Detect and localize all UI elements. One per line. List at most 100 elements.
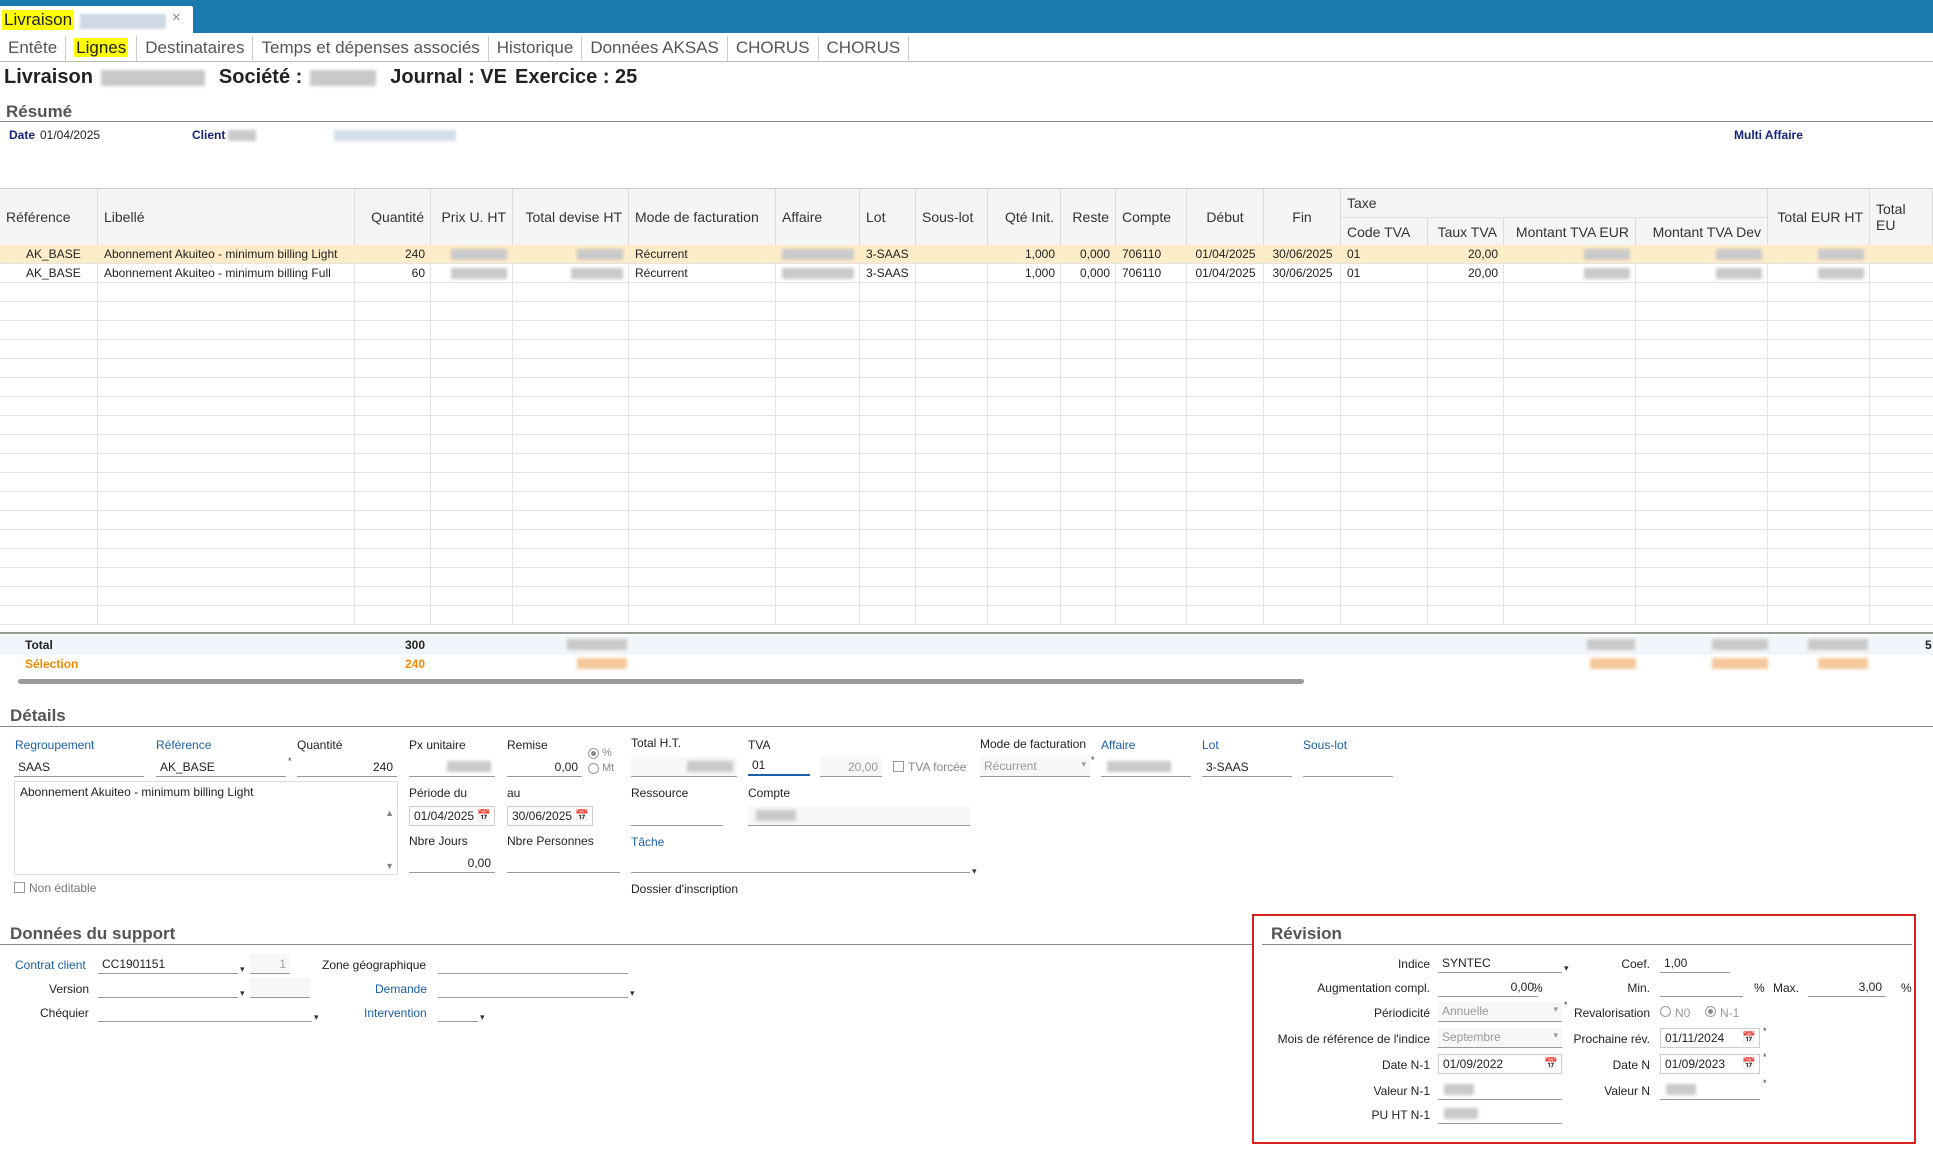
col-total-eu[interactable]: Total EU <box>1870 189 1933 245</box>
version-label: Version <box>49 982 90 996</box>
tab-lignes[interactable]: Lignes <box>66 36 138 61</box>
lot-input[interactable] <box>1202 757 1292 777</box>
non-editable-checkbox[interactable] <box>14 882 25 893</box>
col-quantite[interactable]: Quantité <box>355 189 431 245</box>
resume-date-value: 01/04/2025 <box>40 128 101 142</box>
calendar-icon[interactable]: 📅 <box>477 809 491 822</box>
mode-facturation-select[interactable]: Récurrent ▾ <box>980 757 1090 777</box>
col-compte[interactable]: Compte <box>1116 189 1187 245</box>
mois-reference-select[interactable]: Septembre ▾ <box>1438 1028 1562 1048</box>
indice-input[interactable] <box>1438 953 1562 973</box>
col-qte-init[interactable]: Qté Init. <box>988 189 1061 245</box>
contrat-client-label[interactable]: Contrat client <box>15 958 86 972</box>
calendar-icon[interactable]: 📅 <box>1742 1057 1756 1070</box>
col-mode[interactable]: Mode de facturation <box>629 189 776 245</box>
revalorisation-n1-radio[interactable] <box>1705 1006 1716 1017</box>
remise-mt-radio[interactable] <box>588 763 599 774</box>
pu-ht-n1-input[interactable] <box>1438 1104 1562 1124</box>
compte-input[interactable] <box>748 806 970 826</box>
souslot-label[interactable]: Sous-lot <box>1303 738 1347 752</box>
tva-forcee-checkbox[interactable] <box>893 761 904 772</box>
total-edge-value: 5 <box>1925 638 1932 652</box>
calendar-icon[interactable]: 📅 <box>1544 1057 1558 1070</box>
affaire-input[interactable] <box>1101 757 1191 777</box>
periode-au-input[interactable]: 30/06/2025 📅 <box>507 806 593 826</box>
remise-percent-radio[interactable] <box>588 748 599 759</box>
reference-input[interactable] <box>156 757 286 777</box>
tab-donnees-aksas[interactable]: Données AKSAS <box>582 36 728 61</box>
remise-input[interactable] <box>507 757 582 777</box>
col-souslot[interactable]: Sous-lot <box>916 189 988 245</box>
tva-code-input[interactable] <box>748 756 810 776</box>
col-fin[interactable]: Fin <box>1264 189 1341 245</box>
intervention-label[interactable]: Intervention <box>364 1006 427 1020</box>
col-montant-dev[interactable]: Montant TVA Dev <box>1636 217 1768 245</box>
zone-geo-input[interactable] <box>438 954 628 974</box>
valeur-n-input[interactable] <box>1660 1080 1760 1100</box>
contrat-client-input[interactable] <box>98 954 238 974</box>
date-n-input[interactable]: 01/09/2023 📅 <box>1660 1054 1760 1074</box>
scroll-down-icon[interactable]: ▼ <box>385 861 394 871</box>
tab-chorus-2[interactable]: CHORUS <box>819 36 910 61</box>
tache-input[interactable] <box>631 853 970 873</box>
col-libelle[interactable]: Libellé <box>98 189 355 245</box>
col-debut[interactable]: Début <box>1187 189 1264 245</box>
valeur-n-label: Valeur N <box>1604 1084 1650 1098</box>
col-lot[interactable]: Lot <box>860 189 916 245</box>
cell-reference: AK_BASE <box>26 266 81 280</box>
col-affaire[interactable]: Affaire <box>776 189 860 245</box>
periode-du-input[interactable]: 01/04/2025 📅 <box>409 806 495 826</box>
souslot-input[interactable] <box>1303 757 1393 777</box>
close-icon[interactable]: × <box>172 9 181 26</box>
table-row[interactable]: AK_BASE Abonnement Akuiteo - minimum bil… <box>0 264 1933 283</box>
valeur-n1-input[interactable] <box>1438 1080 1562 1100</box>
document-tab[interactable]: Livraison × <box>0 6 193 33</box>
col-taux-tva[interactable]: Taux TVA <box>1428 217 1504 245</box>
tab-temps-depenses[interactable]: Temps et dépenses associés <box>253 36 489 61</box>
tache-label[interactable]: Tâche <box>631 835 664 849</box>
col-montant-eur[interactable]: Montant TVA EUR <box>1504 217 1636 245</box>
col-code-tva[interactable]: Code TVA <box>1341 217 1428 245</box>
coef-label: Coef. <box>1621 957 1650 971</box>
tab-entete[interactable]: Entête <box>0 36 67 61</box>
scroll-up-icon[interactable]: ▲ <box>385 808 394 818</box>
intervention-input[interactable] <box>438 1002 478 1022</box>
cell-montant-eur <box>1504 264 1636 282</box>
min-input[interactable] <box>1660 977 1743 997</box>
table-row[interactable]: AK_BASE Abonnement Akuiteo - minimum bil… <box>0 245 1933 264</box>
calendar-icon[interactable]: 📅 <box>1742 1031 1756 1044</box>
tab-destinataires[interactable]: Destinataires <box>137 36 254 61</box>
tab-chorus-1[interactable]: CHORUS <box>728 36 819 61</box>
total-quantity: 300 <box>404 638 425 652</box>
nbre-jours-input[interactable] <box>409 853 495 873</box>
regroupement-label[interactable]: Regroupement <box>15 738 94 752</box>
nbre-personnes-input[interactable] <box>507 853 620 873</box>
col-prix[interactable]: Prix U. HT <box>431 189 513 245</box>
col-total-eur[interactable]: Total EUR HT <box>1768 189 1870 245</box>
augmentation-input[interactable] <box>1438 977 1538 997</box>
col-reference[interactable]: Référence <box>0 189 98 245</box>
version-input[interactable] <box>98 978 238 998</box>
tab-historique[interactable]: Historique <box>489 36 583 61</box>
reference-label[interactable]: Référence <box>156 738 211 752</box>
periodicite-select[interactable]: Annuelle ▾ <box>1438 1002 1562 1022</box>
affaire-label[interactable]: Affaire <box>1101 738 1135 752</box>
ressource-input[interactable] <box>631 806 723 826</box>
demande-input[interactable] <box>438 978 628 998</box>
prochaine-rev-input[interactable]: 01/11/2024 📅 <box>1660 1028 1760 1048</box>
col-total-devise[interactable]: Total devise HT <box>513 189 629 245</box>
calendar-icon[interactable]: 📅 <box>575 809 589 822</box>
px-unitaire-input[interactable] <box>409 757 495 777</box>
chequier-input[interactable] <box>98 1002 312 1022</box>
max-input[interactable] <box>1808 977 1886 997</box>
coef-input[interactable] <box>1660 953 1730 973</box>
libelle-textarea[interactable]: Abonnement Akuiteo - minimum billing Lig… <box>14 781 398 875</box>
quantite-input[interactable] <box>297 757 397 777</box>
demande-label[interactable]: Demande <box>375 982 427 996</box>
regroupement-input[interactable] <box>14 757 144 777</box>
lot-label[interactable]: Lot <box>1202 738 1219 752</box>
date-n1-input[interactable]: 01/09/2022 📅 <box>1438 1054 1562 1074</box>
table-horizontal-scrollbar[interactable] <box>18 679 1304 684</box>
revalorisation-n0-radio[interactable] <box>1660 1006 1671 1017</box>
col-reste[interactable]: Reste <box>1061 189 1116 245</box>
